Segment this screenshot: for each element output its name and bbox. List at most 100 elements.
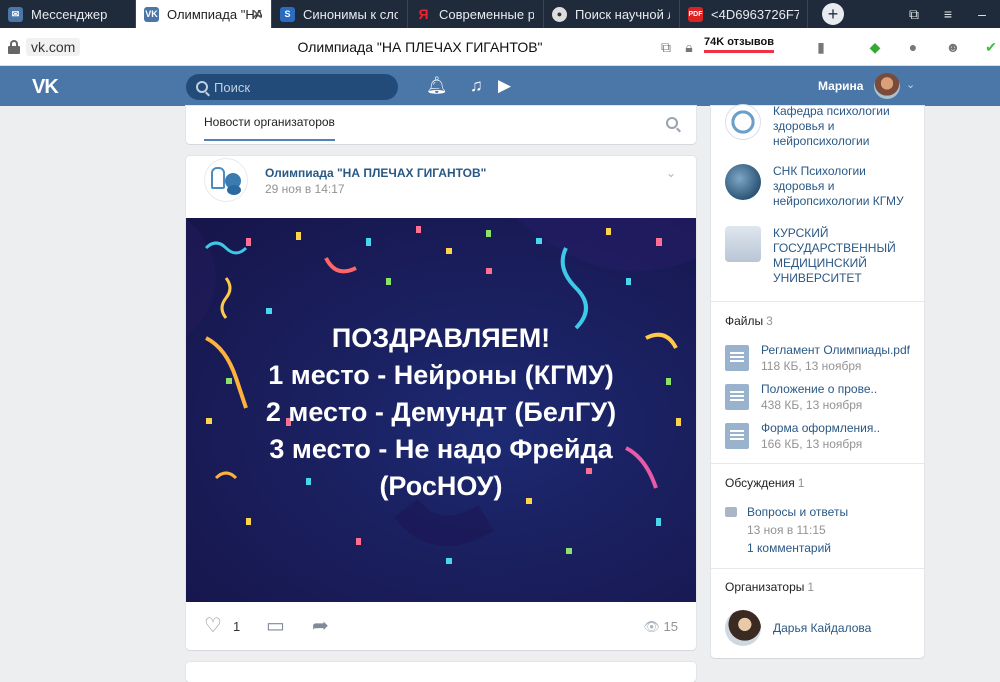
notifications-bell-icon[interactable]: 🔔︎ xyxy=(426,76,448,96)
vk-header: VK Поиск 🔔︎ ♫ ▶ Марина ⌄ xyxy=(0,66,1000,106)
file-name[interactable]: Положение о прове.. xyxy=(761,382,877,396)
congrats-line: 1 место - Нейроны (КГМУ) xyxy=(268,360,614,390)
extension-robot-icon[interactable]: ☻ xyxy=(944,38,962,56)
organizer-name[interactable]: Дарья Кайдалова xyxy=(773,621,871,635)
congrats-line: ПОЗДРАВЛЯЕМ! xyxy=(331,323,551,353)
address-bar: vk.com Олимпиада "НА ПЛЕЧАХ ГИГАНТОВ" ⧉ … xyxy=(0,28,1000,66)
menu-icon[interactable]: ≡ xyxy=(940,6,956,22)
browser-tab[interactable]: PDF <4D6963726F736 xyxy=(680,0,808,28)
congrats-line: 3 место - Не надо Фрейда xyxy=(269,434,613,464)
search-icon[interactable] xyxy=(666,117,678,129)
browser-tab-active[interactable]: VK Олимпиада "НА П ✕ xyxy=(136,0,272,28)
avatar[interactable] xyxy=(874,73,900,99)
eye-icon: 👁︎ xyxy=(643,619,660,634)
share-arrow-icon[interactable]: ➦ xyxy=(312,616,329,636)
lightbulb-icon[interactable]: ● xyxy=(904,38,922,56)
discussion-date: 13 ноя в 11:15 xyxy=(747,523,826,537)
view-count: 👁︎ 15 xyxy=(643,619,678,635)
browser-tab[interactable]: Я Современные р xyxy=(408,0,544,28)
discussion-bubble-icon xyxy=(725,507,737,517)
discussions-header[interactable]: Обсуждения 1 xyxy=(725,476,804,490)
tab-title: Олимпиада "НА П xyxy=(167,6,262,22)
divider xyxy=(711,463,924,464)
file-name[interactable]: Регламент Олимпиады.pdf xyxy=(761,343,910,357)
divider xyxy=(711,568,924,569)
post-time[interactable]: 29 ноя в 14:17 xyxy=(265,182,345,196)
vk-messenger-icon: ✉ xyxy=(8,6,23,22)
browser-tab[interactable]: S Синонимы к сло xyxy=(272,0,408,28)
search-icon xyxy=(196,81,208,93)
tab-title: Синонимы к сло xyxy=(303,6,398,22)
cyberleninka-icon: ● xyxy=(552,6,567,22)
author-logo[interactable] xyxy=(204,158,248,202)
search-placeholder: Поиск xyxy=(214,79,251,95)
post-author[interactable]: Олимпиада "НА ПЛЕЧАХ ГИГАНТОВ" xyxy=(265,166,486,180)
share-icon[interactable]: ⧉ xyxy=(657,38,675,56)
organizers-title: Организаторы xyxy=(725,580,805,594)
search-input[interactable]: Поиск xyxy=(186,74,398,100)
tab-title: Мессенджер xyxy=(31,6,108,22)
post-image[interactable]: ПОЗДРАВЛЯЕМ! 1 место - Нейроны (КГМУ) 2 … xyxy=(186,218,696,602)
document-icon xyxy=(725,345,749,371)
bookmark-icon[interactable]: ▮ xyxy=(812,38,830,56)
vk-icon: VK xyxy=(144,6,159,22)
document-icon xyxy=(725,384,749,410)
organizers-header[interactable]: Организаторы 1 xyxy=(725,580,814,594)
file-item[interactable]: Положение о прове.. 438 КБ, 13 ноября xyxy=(725,382,920,414)
file-item[interactable]: Форма оформления.. 166 КБ, 13 ноября xyxy=(725,421,920,453)
document-icon xyxy=(725,423,749,449)
group-name[interactable]: Кафедра психологии здоровья и нейропсихо… xyxy=(773,104,915,149)
new-tab-button[interactable]: + xyxy=(822,3,844,25)
music-icon[interactable]: ♫ xyxy=(470,76,483,96)
tabs-overview-icon[interactable]: ⧉ xyxy=(906,6,922,22)
file-meta: 166 КБ, 13 ноября xyxy=(761,437,863,451)
reviews-badge[interactable]: 74K отзывов xyxy=(704,36,775,53)
file-item[interactable]: Регламент Олимпиады.pdf 118 КБ, 13 ноябр… xyxy=(725,343,920,375)
congratulations-text: ПОЗДРАВЛЯЕМ! 1 место - Нейроны (КГМУ) 2 … xyxy=(186,320,696,505)
vk-logo[interactable]: VK xyxy=(32,76,59,99)
discussions-count: 1 xyxy=(797,476,805,490)
group-avatar xyxy=(725,226,761,262)
post-card: Олимпиада "НА ПЛЕЧАХ ГИГАНТОВ" 29 ноя в … xyxy=(186,156,696,650)
post-menu-chevron-icon[interactable]: ⌄ xyxy=(666,166,676,180)
congrats-line: 2 место - Демундт (БелГУ) xyxy=(265,397,617,427)
files-title: Файлы xyxy=(725,314,764,328)
extension-icon[interactable]: ◆ xyxy=(866,38,884,56)
browser-tab[interactable]: ✉ Мессенджер xyxy=(0,0,136,28)
group-sidebar: Кафедра психологии здоровья и нейропсихо… xyxy=(711,104,924,658)
synonyms-site-icon: S xyxy=(280,6,295,22)
group-name[interactable]: КУРСКИЙ ГОСУДАРСТВЕННЫЙ МЕДИЦИНСКИЙ УНИВ… xyxy=(773,226,915,286)
yandex-icon: Я xyxy=(418,6,429,22)
file-name[interactable]: Форма оформления.. xyxy=(761,421,880,435)
chevron-down-icon[interactable]: ⌄ xyxy=(906,78,915,91)
tab-organizers-news[interactable]: Новости организаторов xyxy=(204,115,335,141)
like-count[interactable]: 1 xyxy=(233,619,240,634)
shield-icon[interactable]: ✔ xyxy=(982,38,1000,56)
divider xyxy=(711,301,924,302)
user-name[interactable]: Марина xyxy=(818,79,863,93)
group-avatar xyxy=(725,104,761,140)
discussion-name[interactable]: Вопросы и ответы xyxy=(747,505,848,519)
reviews-label: 74K отзывов xyxy=(704,36,775,48)
group-name[interactable]: СНК Психологии здоровья и нейропсихологи… xyxy=(773,164,915,209)
lock-small-icon[interactable]: 🔒︎ xyxy=(680,38,698,56)
discussion-comments[interactable]: 1 комментарий xyxy=(747,541,831,555)
comment-icon[interactable]: ▭ xyxy=(266,616,285,636)
files-header[interactable]: Файлы 3 xyxy=(725,314,773,328)
view-count-value: 15 xyxy=(663,619,678,634)
like-heart-icon[interactable]: ♡ xyxy=(204,616,222,636)
tab-title: <4D6963726F736 xyxy=(711,6,799,22)
minimize-icon[interactable]: – xyxy=(974,6,990,22)
organizer-avatar[interactable] xyxy=(725,610,761,646)
close-tab-icon[interactable]: ✕ xyxy=(251,6,263,23)
group-avatar xyxy=(725,164,761,200)
file-meta: 118 КБ, 13 ноября xyxy=(761,359,862,373)
tab-title: Современные р xyxy=(439,6,534,22)
file-meta: 438 КБ, 13 ноября xyxy=(761,398,863,412)
pdf-icon: PDF xyxy=(688,6,703,22)
video-play-icon[interactable]: ▶ xyxy=(498,76,511,96)
organizers-count: 1 xyxy=(807,580,815,594)
files-count: 3 xyxy=(766,314,773,328)
congrats-line: (РосНОУ) xyxy=(379,471,503,501)
browser-tab[interactable]: ● Поиск научной л xyxy=(544,0,680,28)
